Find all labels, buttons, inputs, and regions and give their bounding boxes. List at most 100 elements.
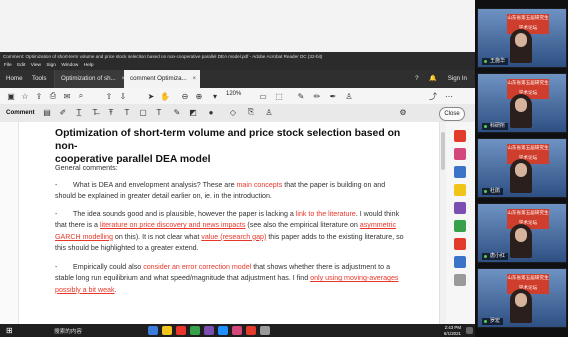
participant-tile-4[interactable]: 山东省第五届研究生学术论坛 唐小红 xyxy=(477,203,567,263)
taskbar-search[interactable]: 搜索的内容 xyxy=(54,327,82,335)
app-icon[interactable] xyxy=(204,326,214,335)
highlight-icon[interactable]: ✏ xyxy=(312,91,322,101)
send-for-review-icon[interactable] xyxy=(454,238,466,250)
insert-text-icon[interactable]: T xyxy=(122,107,132,117)
mail-icon[interactable]: ✉ xyxy=(62,91,72,101)
menu-edit[interactable]: Edit xyxy=(17,62,25,70)
close-icon[interactable]: × xyxy=(192,75,196,82)
menu-help[interactable]: Help xyxy=(84,62,94,70)
tab-tools[interactable]: Tools xyxy=(26,70,52,88)
underlined-text[interactable]: value (research gap) xyxy=(201,233,266,241)
menu-window[interactable]: Window xyxy=(61,62,78,70)
notification-icon[interactable] xyxy=(466,327,473,334)
highlighted-text[interactable]: link to the literature xyxy=(296,210,356,218)
system-clock[interactable]: 2:43 PM 6/1/2021 xyxy=(444,325,461,336)
app-icon[interactable] xyxy=(190,326,200,335)
color-icon[interactable]: ● xyxy=(206,107,216,117)
tab-document-1-label: Optimization of sh... xyxy=(61,75,116,82)
save-icon[interactable]: ▣ xyxy=(6,91,16,101)
document-scrollbar[interactable] xyxy=(439,122,446,324)
text-icon[interactable]: T xyxy=(154,107,164,117)
app-icon[interactable] xyxy=(176,326,186,335)
hand-icon[interactable]: ✋ xyxy=(160,91,170,101)
search-icon[interactable]: ⌕ xyxy=(76,91,86,101)
tools-pane xyxy=(446,122,475,324)
app-icon[interactable] xyxy=(246,326,256,335)
tab-document-2[interactable]: comment Optimiza... × xyxy=(124,70,200,88)
app-icon[interactable] xyxy=(260,326,270,335)
pointer-icon[interactable]: ➤ xyxy=(146,91,156,101)
menu-view[interactable]: View xyxy=(31,62,41,70)
participant-tile-2[interactable]: 山东省第五届研究生学术论坛 科研所 xyxy=(477,73,567,133)
settings-icon[interactable]: ⚙ xyxy=(398,107,408,117)
scrollbar-thumb[interactable] xyxy=(441,132,445,170)
strikethrough-icon[interactable]: T̶ xyxy=(90,107,100,117)
download-icon[interactable]: ⇩ xyxy=(118,91,128,101)
replace-text-icon[interactable]: Ŧ xyxy=(106,107,116,117)
text-box-icon[interactable]: ▢ xyxy=(138,107,148,117)
zoom-level[interactable]: 120% xyxy=(226,91,241,97)
underlined-text[interactable]: literature on price discovery and news i… xyxy=(100,221,246,229)
windows-start-icon[interactable]: ⊞ xyxy=(6,326,13,335)
upload-icon[interactable]: ⇧ xyxy=(104,91,114,101)
zoom-in-icon[interactable]: ⊕ xyxy=(194,91,204,101)
tab-document-1[interactable]: Optimization of sh... × xyxy=(54,70,132,88)
star-icon[interactable]: ☆ xyxy=(20,91,30,101)
pencil-icon[interactable]: ✎ xyxy=(172,107,182,117)
edit-pdf-icon[interactable] xyxy=(454,148,466,160)
app-icon[interactable] xyxy=(148,326,158,335)
export-pdf-icon[interactable] xyxy=(454,166,466,178)
highlighted-text[interactable]: consider an error correction model xyxy=(143,263,251,271)
close-comment-toolbar-button[interactable]: Close xyxy=(439,107,465,121)
marquee-zoom-icon[interactable]: ⬚ xyxy=(274,91,284,101)
participant-tile-3[interactable]: 山东省第五届研究生学术论坛 杜鹃 xyxy=(477,138,567,198)
app-icon[interactable] xyxy=(232,326,242,335)
underline-icon[interactable]: T̲ xyxy=(74,107,84,117)
tab-home[interactable]: Home xyxy=(0,70,29,88)
attach-icon[interactable]: ⎘ xyxy=(246,107,256,117)
sticky-note-icon[interactable]: ▤ xyxy=(42,107,52,117)
print-icon[interactable]: ⎙ xyxy=(48,91,58,101)
comment-icon[interactable]: ✎ xyxy=(296,91,306,101)
document-title-line-1: Optimization of short-term volume and pr… xyxy=(55,128,401,152)
sign-icon[interactable]: ✒ xyxy=(328,91,338,101)
shapes-icon[interactable]: ◇ xyxy=(228,107,238,117)
menu-bar: File Edit View Sign Window Help xyxy=(0,62,475,70)
bullet-dash: - xyxy=(55,181,58,189)
create-pdf-icon[interactable] xyxy=(454,130,466,142)
highlighted-text[interactable]: main concepts xyxy=(237,181,283,189)
app-icon[interactable] xyxy=(218,326,228,335)
participant-tile-5[interactable]: 山东省第五届研究生学术论坛 罗宏 xyxy=(477,268,567,328)
zoom-out-icon[interactable]: ⊖ xyxy=(180,91,190,101)
menu-file[interactable]: File xyxy=(4,62,12,70)
zoom-preset-icon[interactable]: ▾ xyxy=(210,91,220,101)
menu-sign[interactable]: Sign xyxy=(46,62,56,70)
organize-pages-icon[interactable] xyxy=(454,220,466,232)
tabbar-right: ? 🔔 Sign In xyxy=(406,70,467,88)
participant-face xyxy=(515,228,527,242)
share-icon[interactable]: ⤴ xyxy=(428,91,438,101)
highlight-text-icon[interactable]: ✐ xyxy=(58,107,68,117)
more-icon[interactable]: ⋯ xyxy=(444,91,454,101)
participant-face xyxy=(515,33,527,47)
eraser-icon[interactable]: ◩ xyxy=(188,107,198,117)
app-icon[interactable] xyxy=(162,326,172,335)
bell-icon[interactable]: 🔔 xyxy=(429,75,437,82)
more-tools-icon[interactable] xyxy=(454,274,466,286)
sign-in-button[interactable]: Sign In xyxy=(448,75,467,82)
stamp-tool-icon[interactable]: ♙ xyxy=(264,107,274,117)
video-call-panel: 山东省第五届研究生学术论坛 王施华 山东省第五届研究生学术论坛 科研所 山东省第… xyxy=(475,0,568,337)
fill-sign-icon[interactable] xyxy=(454,202,466,214)
protect-icon[interactable] xyxy=(454,256,466,268)
stamp-icon[interactable]: ♙ xyxy=(344,91,354,101)
left-navigation-pane xyxy=(0,122,19,324)
help-icon[interactable]: ? xyxy=(415,75,418,82)
participant-name: 科研所 xyxy=(482,123,509,130)
fit-page-icon[interactable]: ▭ xyxy=(258,91,268,101)
upload-icon[interactable]: ⇪ xyxy=(34,91,44,101)
participant-tile-1[interactable]: 山东省第五届研究生学术论坛 王施华 xyxy=(477,8,567,68)
comment-toolbar-label: Comment xyxy=(6,109,35,116)
section-heading: General comments: xyxy=(55,163,118,172)
comment-tool-icon[interactable] xyxy=(454,184,466,196)
comment-paragraph-3: - Empirically could also consider an erro… xyxy=(55,262,405,296)
